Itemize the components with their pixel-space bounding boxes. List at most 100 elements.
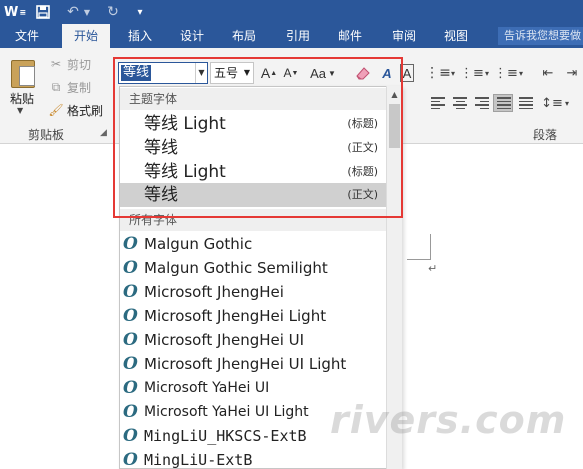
copy-button[interactable]: ⧉ 复制 bbox=[48, 77, 91, 97]
opentype-icon: O bbox=[123, 378, 138, 398]
tab-mailings[interactable]: 邮件 bbox=[328, 24, 372, 48]
theme-font-item[interactable]: 等线 Light (标题) bbox=[120, 160, 386, 184]
paste-paper-icon bbox=[19, 66, 35, 86]
font-list-item[interactable]: O Malgun Gothic bbox=[120, 232, 386, 256]
opentype-icon: O bbox=[123, 402, 138, 422]
font-list-name: Microsoft JhengHei Light bbox=[144, 307, 327, 325]
line-spacing-icon[interactable]: ↕≡ bbox=[541, 94, 563, 112]
tab-view[interactable]: 视图 bbox=[434, 24, 478, 48]
change-case-label: Aa bbox=[310, 65, 326, 81]
format-painter-button[interactable]: 🖌 格式刷 bbox=[48, 100, 103, 120]
phonetic-guide-icon[interactable]: A bbox=[376, 62, 398, 84]
opentype-icon: O bbox=[123, 258, 138, 278]
theme-font-item-selected[interactable]: 等线 (正文) bbox=[120, 183, 386, 207]
tab-review[interactable]: 审阅 bbox=[382, 24, 426, 48]
bullets-dropdown-icon[interactable]: ▾ bbox=[448, 64, 458, 82]
opentype-icon: O bbox=[123, 330, 138, 350]
tab-layout[interactable]: 布局 bbox=[222, 24, 266, 48]
opentype-icon: O bbox=[123, 282, 138, 302]
font-list-name: Microsoft YaHei UI bbox=[144, 380, 270, 396]
tab-home[interactable]: 开始 bbox=[62, 24, 110, 48]
theme-font-tag: (标题) bbox=[347, 165, 378, 178]
clipboard-group-label: 剪贴板 bbox=[28, 128, 65, 142]
font-size-dropdown-icon[interactable]: ▼ bbox=[242, 63, 252, 83]
margin-corner-mark bbox=[407, 259, 431, 260]
align-center-icon[interactable] bbox=[450, 94, 470, 112]
theme-font-name: 等线 bbox=[144, 185, 178, 205]
paragraph-mark: ↵ bbox=[428, 262, 438, 275]
theme-font-item[interactable]: 等线 Light (标题) bbox=[120, 112, 386, 136]
redo-icon[interactable]: ↻ bbox=[104, 3, 122, 21]
theme-fonts-header: 主题字体 bbox=[120, 88, 386, 110]
font-list-name: Microsoft JhengHei bbox=[144, 283, 284, 301]
font-list-item[interactable]: O Microsoft YaHei UI bbox=[120, 376, 386, 400]
numbering-dropdown-icon[interactable]: ▾ bbox=[482, 64, 492, 82]
margin-corner-mark bbox=[430, 234, 431, 260]
font-list-name: MingLiU_HKSCS-ExtB bbox=[144, 427, 307, 445]
font-name-dropdown-icon[interactable]: ▼ bbox=[195, 63, 207, 83]
font-list-item[interactable]: O Malgun Gothic Semilight bbox=[120, 256, 386, 280]
tab-design[interactable]: 设计 bbox=[170, 24, 214, 48]
undo-icon[interactable]: ↶ bbox=[64, 3, 82, 21]
brush-icon: 🖌 bbox=[48, 103, 64, 117]
clear-formatting-icon[interactable] bbox=[352, 62, 374, 84]
font-list-name: MingLiU-ExtB bbox=[144, 451, 253, 469]
format-painter-label: 格式刷 bbox=[67, 103, 104, 118]
align-right-icon[interactable] bbox=[472, 94, 492, 112]
align-left-icon[interactable] bbox=[428, 94, 448, 112]
ribbon-tabs: 文件 开始 插入 设计 布局 引用 邮件 审阅 视图 告诉我您想要做 bbox=[0, 24, 583, 48]
customize-qat-icon[interactable]: ▾ bbox=[134, 3, 146, 21]
font-list-item[interactable]: O Microsoft JhengHei UI Light bbox=[120, 352, 386, 376]
paste-dropdown-icon[interactable]: ▼ bbox=[17, 106, 23, 115]
decrease-indent-icon[interactable]: ⇤ bbox=[538, 64, 558, 82]
scroll-up-icon[interactable]: ▲ bbox=[387, 88, 402, 102]
theme-font-tag: (标题) bbox=[347, 117, 378, 130]
undo-dropdown-icon[interactable]: ▼ bbox=[82, 3, 92, 21]
theme-font-name: 等线 bbox=[144, 138, 178, 158]
save-icon[interactable] bbox=[34, 3, 52, 21]
grow-font-icon[interactable]: A ▲ bbox=[259, 62, 279, 84]
tab-insert[interactable]: 插入 bbox=[118, 24, 162, 48]
theme-font-item[interactable]: 等线 (正文) bbox=[120, 136, 386, 160]
multilevel-dropdown-icon[interactable]: ▾ bbox=[516, 64, 526, 82]
font-list-name: Malgun Gothic bbox=[144, 235, 253, 253]
change-case-button[interactable]: Aa ▼ bbox=[309, 62, 337, 84]
font-list-name: Microsoft JhengHei UI bbox=[144, 331, 305, 349]
paste-label: 粘贴 bbox=[10, 92, 35, 106]
increase-indent-icon[interactable]: ⇥ bbox=[562, 64, 582, 82]
paragraph-group-label: 段落 bbox=[533, 128, 558, 142]
font-size-combobox[interactable]: 五号 ▼ bbox=[210, 62, 254, 84]
shrink-font-icon[interactable]: A ▼ bbox=[281, 62, 301, 84]
paste-button[interactable] bbox=[6, 54, 42, 122]
theme-font-name: 等线 Light bbox=[144, 114, 226, 134]
cut-button[interactable]: ✂ 剪切 bbox=[48, 54, 91, 74]
tab-references[interactable]: 引用 bbox=[276, 24, 320, 48]
multilevel-list-icon[interactable]: ⋮≡ bbox=[494, 64, 518, 82]
font-list-item[interactable]: O Microsoft JhengHei Light bbox=[120, 304, 386, 328]
line-spacing-dropdown-icon[interactable]: ▾ bbox=[562, 94, 572, 112]
bullets-icon[interactable]: ⋮≡ bbox=[425, 64, 451, 82]
font-name-input[interactable]: 等线 bbox=[121, 65, 152, 81]
font-list-name: Microsoft YaHei UI Light bbox=[144, 404, 309, 420]
cut-label: 剪切 bbox=[67, 57, 92, 72]
font-size-input[interactable]: 五号 bbox=[214, 65, 238, 81]
scrollbar-thumb[interactable] bbox=[389, 104, 400, 148]
opentype-icon: O bbox=[123, 354, 138, 374]
copy-icon: ⧉ bbox=[51, 79, 61, 94]
font-list-item[interactable]: O Microsoft JhengHei UI bbox=[120, 328, 386, 352]
distributed-icon[interactable] bbox=[516, 94, 536, 112]
tell-me-box[interactable]: 告诉我您想要做 bbox=[498, 27, 583, 45]
opentype-icon: O bbox=[123, 450, 138, 469]
opentype-icon: O bbox=[123, 426, 138, 446]
enclose-character-icon[interactable]: A bbox=[400, 64, 414, 82]
numbering-icon[interactable]: ⋮≡ bbox=[460, 64, 484, 82]
copy-label: 复制 bbox=[67, 80, 92, 95]
font-name-combobox[interactable]: 等线 ▼ bbox=[118, 62, 208, 84]
theme-font-tag: (正文) bbox=[347, 188, 378, 201]
dialog-launcher-icon[interactable]: ◢ bbox=[100, 128, 107, 138]
word-logo-icon[interactable]: W ≡ bbox=[4, 3, 26, 21]
justify-icon[interactable] bbox=[493, 94, 513, 112]
font-list-item[interactable]: O Microsoft JhengHei bbox=[120, 280, 386, 304]
tab-file[interactable]: 文件 bbox=[4, 24, 50, 48]
font-list-item[interactable]: O MingLiU-ExtB bbox=[120, 448, 386, 469]
